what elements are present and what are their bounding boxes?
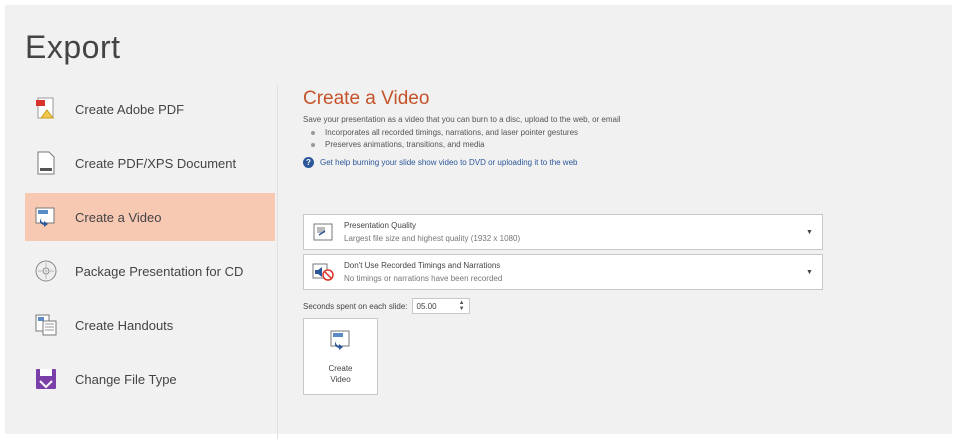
help-icon: ? [303,157,314,168]
quality-title: Presentation Quality [344,221,417,230]
seconds-row: Seconds spent on each slide: 05.00 ▲ ▼ [303,298,470,314]
nav-label: Package Presentation for CD [75,263,244,279]
timings-narrations-icon [312,261,334,283]
quality-dropdown-text: Presentation Quality Largest file size a… [344,221,806,243]
nav-label: Change File Type [75,371,177,387]
section-title: Create a Video [303,88,430,109]
nav-label: Create Handouts [75,317,174,333]
handouts-icon [33,312,59,338]
nav-label: Create PDF/XPS Document [75,155,237,171]
bullet-text: Preserves animations, transitions, and m… [325,140,485,149]
seconds-value[interactable]: 05.00 [417,302,437,311]
timings-subtitle: No timings or narrations have been recor… [344,274,503,283]
seconds-label: Seconds spent on each slide: [303,301,408,311]
create-video-label: Create Video [328,364,353,384]
create-video-button[interactable]: Create Video [303,318,378,395]
timings-dropdown-text: Don't Use Recorded Timings and Narration… [344,261,806,283]
video-icon [33,204,59,230]
file-type-icon [33,366,59,392]
spinner-icon[interactable]: ▲ ▼ [459,300,465,312]
adobe-pdf-icon [33,96,59,122]
seconds-stepper[interactable]: 05.00 ▲ ▼ [411,298,470,314]
timings-dropdown[interactable]: Don't Use Recorded Timings and Narration… [303,254,823,290]
chevron-down-icon[interactable]: ▼ [806,269,816,276]
bullet-item: Incorporates all recorded timings, narra… [311,128,823,137]
description: Save your presentation as a video that y… [303,115,621,124]
page-title: Export [25,29,121,65]
help-link[interactable]: ? Get help burning your slide show video… [303,157,823,168]
nav-item-create-adobe-pdf[interactable]: Create Adobe PDF [25,85,275,133]
nav-item-change-file-type[interactable]: Change File Type [25,355,275,403]
timings-title: Don't Use Recorded Timings and Narration… [344,261,501,270]
quality-subtitle: Largest file size and highest quality (1… [344,234,521,243]
spinner-down-icon[interactable]: ▼ [459,306,465,312]
create-video-icon [329,328,353,357]
chevron-down-icon[interactable]: ▼ [806,229,816,236]
help-link-text[interactable]: Get help burning your slide show video t… [320,158,577,167]
nav-item-package-cd[interactable]: Package Presentation for CD [25,247,275,295]
nav-label: Create Adobe PDF [75,101,185,117]
export-nav: Create Adobe PDF Create PDF/XPS Document… [25,85,275,409]
bullet-icon [311,130,315,135]
video-panel: Create a Video Save your presentation as… [303,88,823,168]
quality-dropdown[interactable]: Presentation Quality Largest file size a… [303,214,823,250]
nav-item-create-video[interactable]: Create a Video [25,193,275,241]
pdf-xps-document-icon [33,150,59,176]
divider [277,85,278,439]
bullet-text: Incorporates all recorded timings, narra… [325,128,579,137]
bullet-item: Preserves animations, transitions, and m… [311,140,823,149]
bullet-icon [311,142,315,147]
nav-label: Create a Video [75,209,162,225]
cd-icon [33,258,59,284]
presentation-quality-icon [312,221,334,243]
nav-item-create-pdf-xps[interactable]: Create PDF/XPS Document [25,139,275,187]
nav-item-create-handouts[interactable]: Create Handouts [25,301,275,349]
